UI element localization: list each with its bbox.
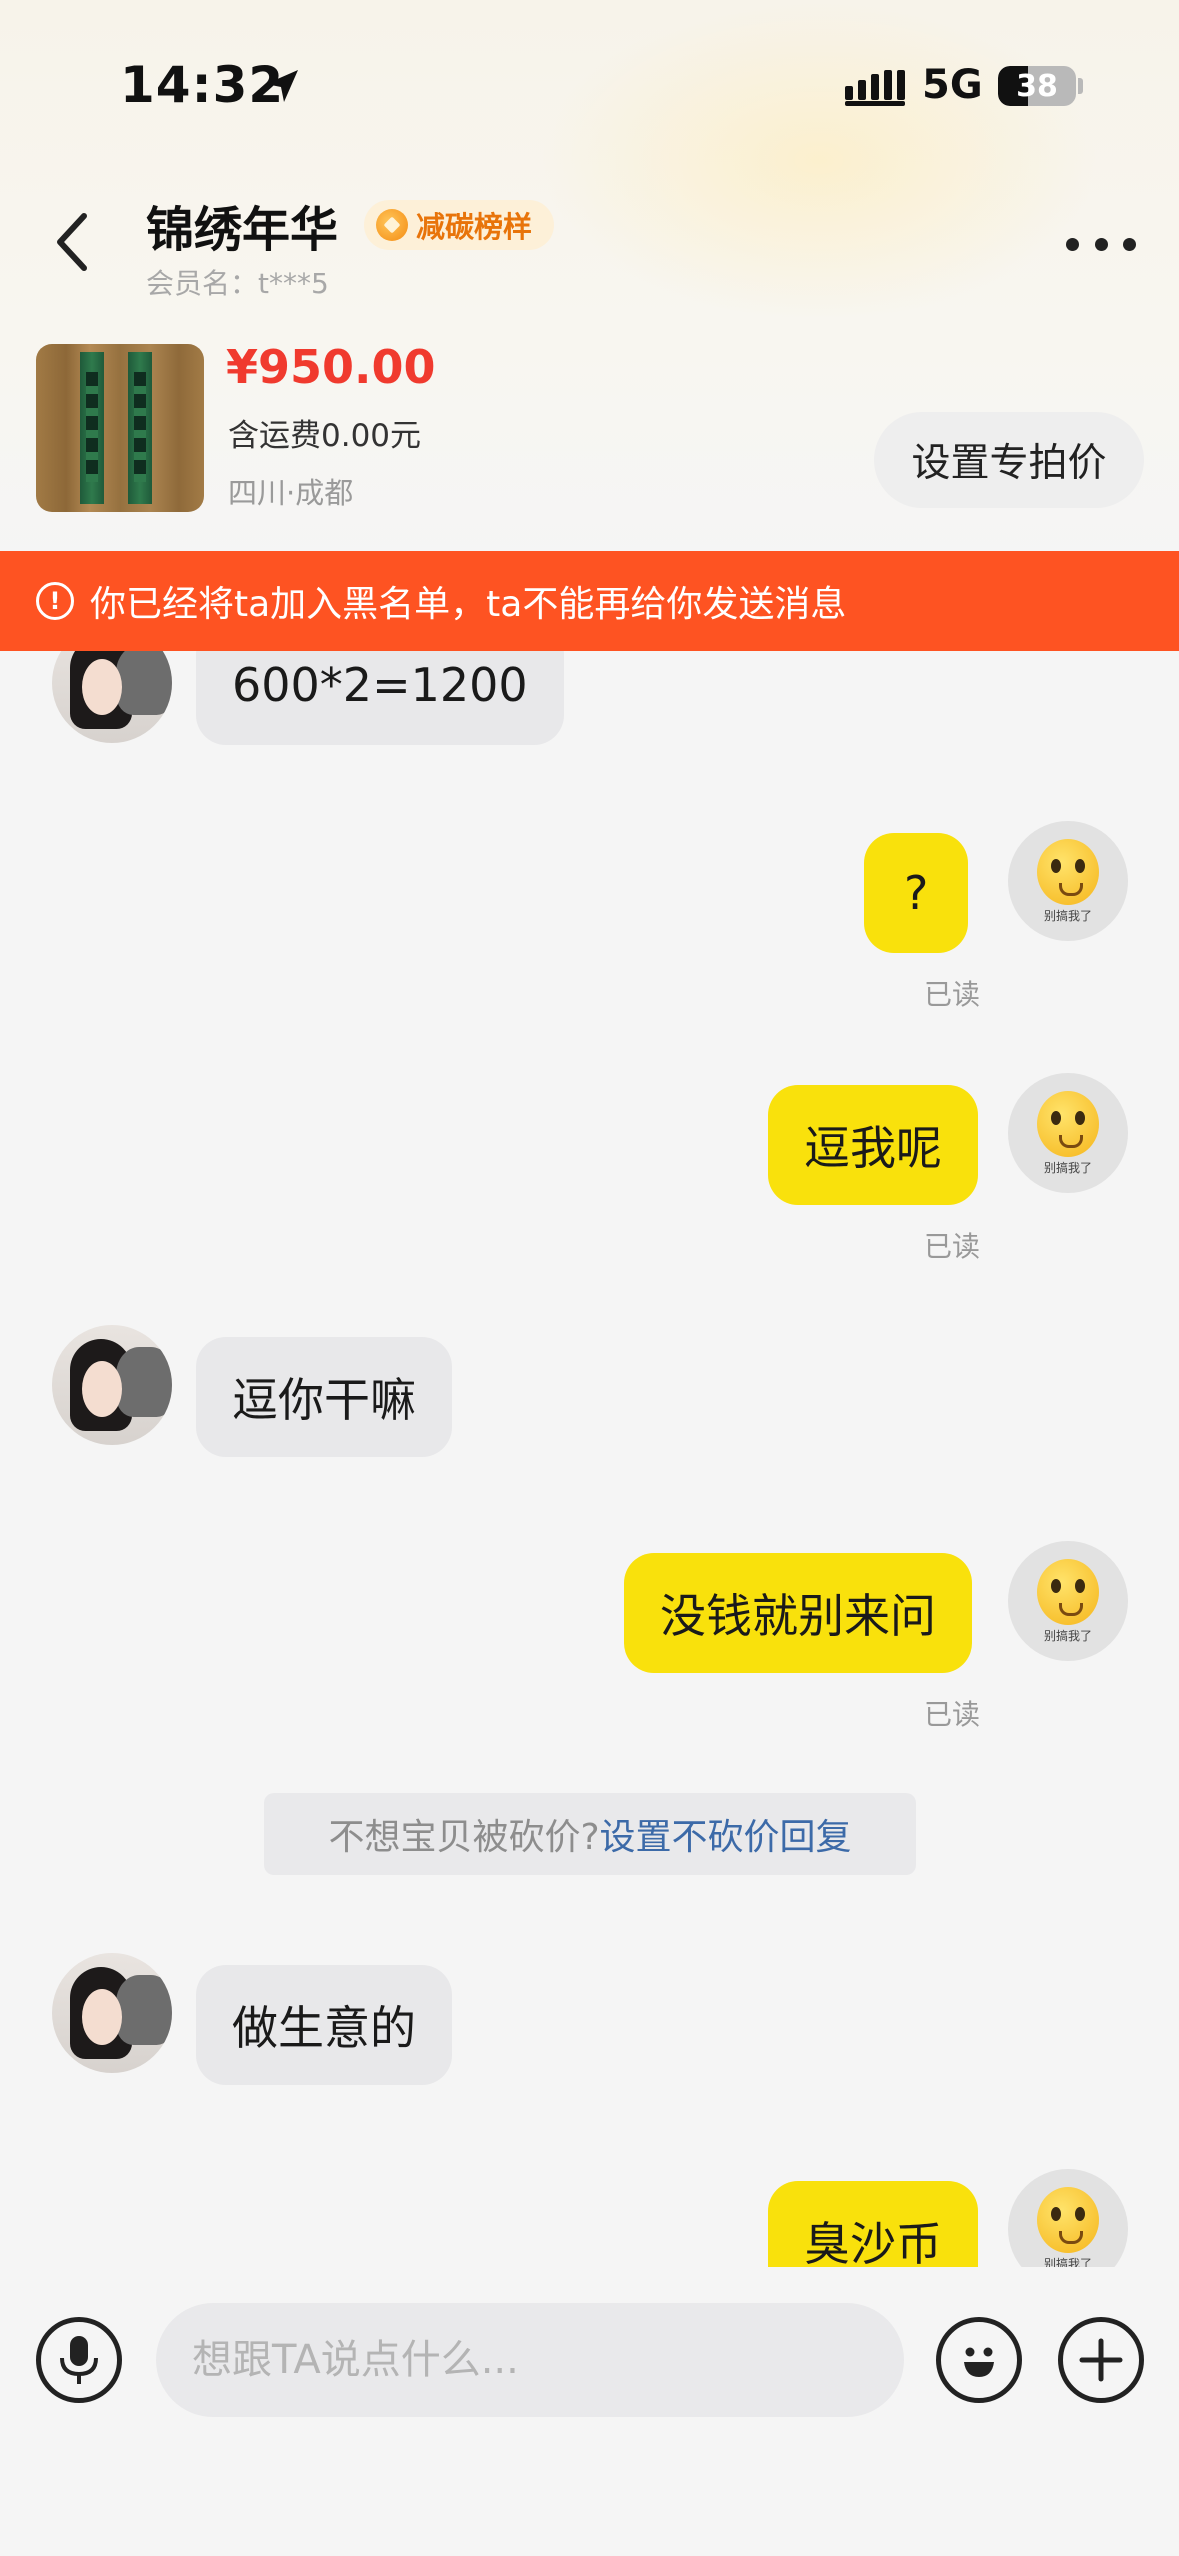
plus-icon (1079, 2338, 1123, 2382)
microphone-icon (60, 2336, 98, 2384)
product-thumbnail[interactable] (36, 344, 204, 512)
read-status: 已读 (924, 978, 981, 1011)
read-status: 已读 (924, 1230, 981, 1263)
status-time: 14:32 (120, 56, 285, 114)
message-bubble-sent[interactable]: 逗我呢 (768, 1085, 978, 1205)
voice-input-button[interactable] (36, 2317, 122, 2403)
seller-name[interactable]: 锦绣年华 (146, 190, 338, 260)
carbon-badge[interactable]: 减碳榜样 (364, 200, 555, 250)
my-avatar[interactable]: 别搞我了 (1008, 1541, 1128, 1661)
my-avatar[interactable]: 别搞我了 (1008, 2169, 1128, 2267)
seller-avatar[interactable] (52, 651, 172, 743)
cat-image (116, 1975, 172, 2045)
dot-icon (1094, 237, 1108, 251)
message-input[interactable] (156, 2303, 904, 2417)
message-bubble-received[interactable]: 做生意的 (196, 1965, 452, 2085)
battery-percentage: 38 (1016, 68, 1058, 104)
praying-emoji-icon (1037, 2186, 1099, 2253)
seller-avatar[interactable] (52, 1325, 172, 1445)
blacklist-banner-text: 你已经将ta加入黑名单，ta不能再给你发送消息 (90, 584, 847, 625)
praying-emoji-icon (1037, 1090, 1099, 1157)
shipping-fee: 含运费0.00元 (228, 418, 422, 454)
leaf-badge-icon (376, 209, 408, 241)
battery-indicator: 38 (998, 66, 1076, 106)
set-special-price-button[interactable]: 设置专拍价 (874, 412, 1144, 508)
blacklist-banner: ! 你已经将ta加入黑名单，ta不能再给你发送消息 (0, 551, 1179, 651)
message-bubble-received[interactable]: 逗你干嘛 (196, 1337, 452, 1457)
network-type: 5G (922, 62, 983, 108)
read-status: 已读 (924, 1698, 981, 1731)
my-avatar[interactable]: 别搞我了 (1008, 821, 1128, 941)
input-bar (0, 2267, 1179, 2556)
more-options-button[interactable] (1066, 230, 1136, 258)
warning-icon: ! (36, 582, 74, 620)
chat-message-list[interactable]: 600*2=1200 别搞我了 ? 已读 别搞我了 逗我呢 已读 逗你干嘛 别搞… (0, 651, 1179, 2267)
avatar-caption: 别搞我了 (1043, 1160, 1092, 1175)
praying-emoji-icon (1037, 838, 1099, 905)
set-no-bargain-reply-link[interactable]: 设置不砍价回复 (600, 1808, 852, 1860)
back-button[interactable] (44, 206, 104, 278)
cat-image (116, 1347, 172, 1417)
badge-label: 减碳榜样 (416, 210, 533, 244)
system-notice-text: 不想宝贝被砍价? (328, 1817, 600, 1858)
dot-icon (1066, 237, 1079, 251)
praying-emoji-icon (1037, 1558, 1099, 1625)
battery-cap (1078, 78, 1083, 94)
system-notice: 不想宝贝被砍价? 设置不砍价回复 (264, 1793, 916, 1875)
dot-icon (1123, 237, 1136, 251)
member-name: 会员名：t***5 (146, 267, 329, 300)
avatar-caption: 别搞我了 (1043, 908, 1092, 923)
my-avatar[interactable]: 别搞我了 (1008, 1073, 1128, 1193)
ram-stick-image (80, 352, 104, 504)
avatar-caption: 别搞我了 (1043, 1628, 1092, 1643)
seller-avatar[interactable] (52, 1953, 172, 2073)
smiley-icon (964, 2347, 994, 2377)
product-location: 四川·成都 (228, 476, 354, 510)
location-arrow-icon (266, 70, 298, 102)
emoji-button[interactable] (936, 2317, 1022, 2403)
message-bubble-sent[interactable]: ? (864, 833, 969, 953)
cellular-signal-icon (845, 70, 905, 106)
message-bubble-sent[interactable]: 没钱就别来问 (624, 1553, 972, 1673)
product-price: ¥950.00 (226, 340, 436, 394)
avatar-caption: 别搞我了 (1043, 2256, 1092, 2268)
more-actions-button[interactable] (1058, 2317, 1144, 2403)
message-bubble-received[interactable]: 600*2=1200 (196, 651, 564, 745)
message-bubble-sent[interactable]: 臭沙币 (768, 2181, 978, 2267)
status-bar: 14:32 5G 38 (0, 0, 1179, 160)
ram-stick-image (128, 352, 152, 504)
cat-image (116, 651, 172, 715)
